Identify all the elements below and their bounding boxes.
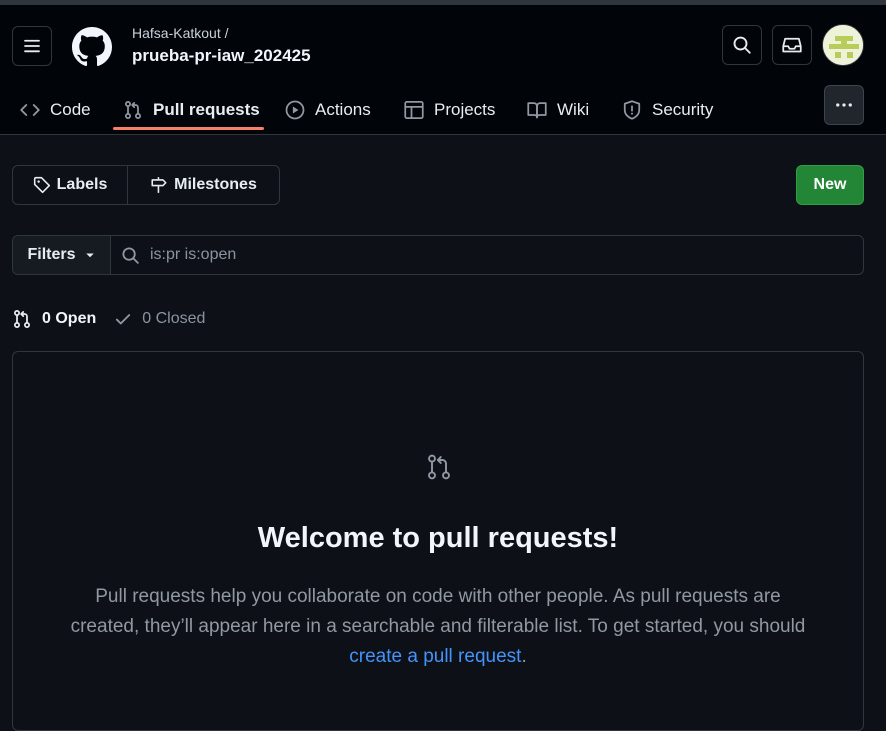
tab-security[interactable]: Security [622,85,713,135]
book-icon [527,102,547,119]
tab-wiki[interactable]: Wiki [527,85,589,135]
filters-button[interactable]: Filters [13,236,111,274]
labels-button[interactable]: Labels [13,166,128,204]
tab-actions[interactable]: Actions [285,85,371,135]
repo-name-link[interactable]: prueba-pr-iaw_202425 [132,46,311,66]
github-logo-icon[interactable] [72,27,112,67]
new-pull-request-button[interactable]: New [796,165,864,205]
search-icon [733,36,751,54]
empty-state-text: Pull requests help you collaborate on co… [70,586,806,637]
inbox-button[interactable] [772,25,812,65]
repo-header: Hafsa-Katkout / prueba-pr-iaw_202425 Cod… [0,5,886,135]
empty-state-panel: Welcome to pull requests! Pull requests … [12,351,864,731]
tab-code-label: Code [50,100,91,119]
milestones-button[interactable]: Milestones [128,166,279,204]
open-filter-link[interactable]: 0 Open [12,309,96,329]
inbox-icon [782,37,802,53]
tab-wiki-label: Wiki [557,100,590,119]
kebab-horizontal-icon [836,103,852,107]
more-tabs-button[interactable] [824,85,864,125]
labels-label: Labels [56,176,108,193]
triangle-down-icon [85,253,94,258]
tab-projects-label: Projects [434,100,496,119]
filter-bar: Filters [12,235,864,275]
empty-state-description: Pull requests help you collaborate on co… [63,582,813,672]
tab-pull-requests-label: Pull requests [153,100,260,119]
empty-state-text-end: . [521,646,527,667]
pr-state-toggle: 0 Open 0 Closed [12,306,205,332]
hamburger-icon [24,39,40,53]
milestone-icon [151,177,167,193]
search-icon [122,246,139,264]
repo-owner-link[interactable]: Hafsa-Katkout / [132,25,229,41]
tab-code[interactable]: Code [20,85,91,135]
tab-actions-label: Actions [315,100,371,119]
tab-security-label: Security [652,100,714,119]
shield-icon [623,100,641,120]
avatar-identicon [823,25,863,65]
milestones-label: Milestones [174,176,257,193]
labels-milestones-group: Labels Milestones [12,165,280,205]
tab-projects[interactable]: Projects [404,85,495,135]
git-pull-request-icon [13,310,31,329]
search-field [111,236,863,274]
check-icon [116,314,131,325]
search-input[interactable] [150,246,863,264]
empty-state-title: Welcome to pull requests! [257,522,619,554]
search-button[interactable] [722,25,762,65]
tag-icon [33,176,50,194]
create-pull-request-link[interactable]: create a pull request [349,646,521,667]
git-pull-request-icon [124,101,142,120]
table-icon [404,101,424,119]
play-icon [285,100,305,120]
active-tab-indicator [113,127,264,130]
git-pull-request-icon [428,454,450,480]
menu-button[interactable] [12,26,52,66]
closed-filter-link[interactable]: 0 Closed [114,310,205,328]
code-icon [20,104,40,116]
filters-label: Filters [27,246,76,263]
open-count-label: 0 Open [42,310,97,327]
closed-count-label: 0 Closed [142,310,206,327]
user-avatar[interactable] [822,24,864,66]
